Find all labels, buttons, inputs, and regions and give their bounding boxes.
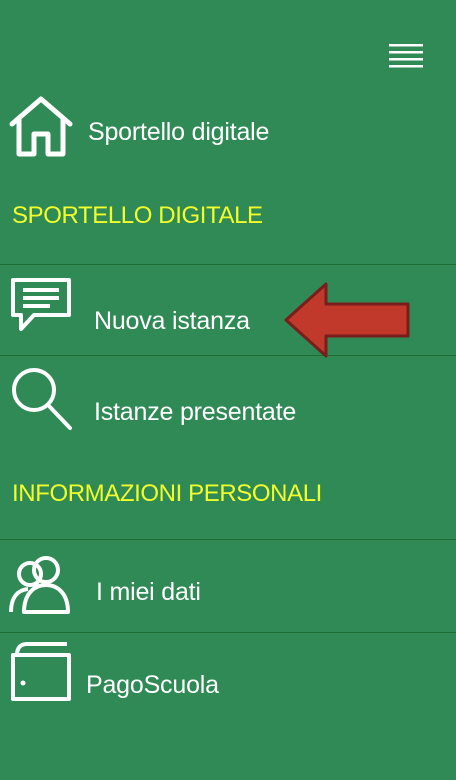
menu-item-pagoscuola[interactable]: PagoScuola — [0, 633, 456, 723]
menu-toggle-button[interactable] — [389, 42, 423, 68]
menu-item-label: Nuova istanza — [94, 307, 250, 335]
users-icon — [8, 554, 72, 619]
menu-item-label: I miei dati — [96, 578, 201, 606]
menu-item-label: PagoScuola — [86, 671, 219, 699]
home-icon — [8, 94, 74, 165]
menu-item-miei-dati[interactable]: I miei dati — [0, 540, 456, 632]
section-heading-sportello: SPORTELLO DIGITALE — [12, 202, 263, 229]
menu-item-label: Istanze presentate — [94, 398, 297, 426]
menu-item-istanze-presentate[interactable]: Istanze presentate — [0, 356, 456, 456]
message-icon — [10, 277, 72, 338]
wallet-icon — [9, 641, 73, 706]
menu-item-label: Sportello digitale — [88, 118, 270, 146]
menu-item-home[interactable]: Sportello digitale — [0, 80, 456, 180]
side-menu: Sportello digitale SPORTELLO DIGITALE Nu… — [0, 0, 456, 780]
section-heading-informazioni: INFORMAZIONI PERSONALI — [12, 480, 322, 507]
hamburger-icon — [389, 44, 423, 68]
search-icon — [10, 366, 74, 437]
arrow-left-icon — [282, 280, 412, 365]
